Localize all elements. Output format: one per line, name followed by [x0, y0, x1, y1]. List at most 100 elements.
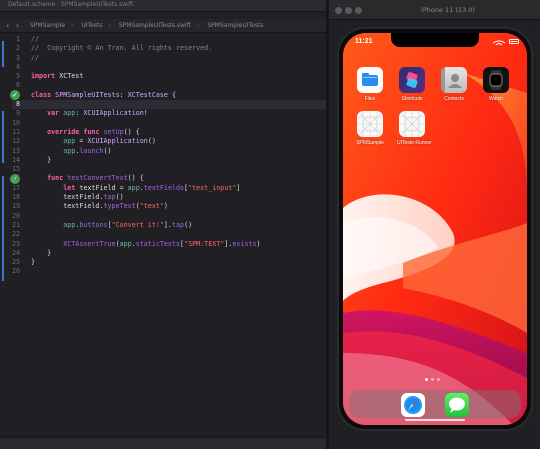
- blank-app-icon: [399, 111, 425, 137]
- code-text: XCTAssertTrue(app.staticTexts["SPM:TEXT"…: [63, 239, 261, 248]
- files-app[interactable]: Files: [355, 67, 385, 102]
- spmsample-app[interactable]: SPMSample: [355, 111, 385, 146]
- line-number: 2: [15, 44, 20, 53]
- close-button[interactable]: [335, 7, 342, 14]
- code-line[interactable]: 20: [12, 212, 329, 221]
- code-line[interactable]: 17 let textField = app.textFields["text_…: [12, 184, 329, 193]
- code-text: // Copyright © An Tran. All rights reser…: [31, 44, 213, 53]
- status-time: 11:21: [355, 38, 373, 45]
- simulator-title-bar: iPhone 11 (13.0): [329, 0, 540, 20]
- home-screen[interactable]: 11:21 Files Shortcuts Contacts Watch SPM…: [343, 33, 527, 425]
- code-line[interactable]: 15: [12, 165, 329, 174]
- home-indicator[interactable]: [405, 419, 465, 421]
- code-line[interactable]: 18 textField.tap(): [12, 193, 329, 202]
- safari-icon[interactable]: [401, 393, 425, 417]
- breadcrumb-symbol[interactable]: SPMSampleUITests: [207, 22, 263, 29]
- line-number: 25: [12, 258, 21, 267]
- breadcrumb-group[interactable]: UITests: [81, 22, 102, 29]
- forward-arrow-icon[interactable]: ›: [16, 21, 19, 30]
- code-text: let textField = app.textFields["text_inp…: [63, 183, 241, 192]
- code-line[interactable]: 2 // Copyright © An Tran. All rights rese…: [12, 44, 329, 53]
- simulator-window: iPhone 11 (13.0) 11:21 Files Shortcuts C…: [329, 0, 540, 449]
- breadcrumb[interactable]: SPMSample › UITests › SPMSampleUITests.swi…: [30, 22, 270, 29]
- line-number: 19: [12, 202, 21, 211]
- code-text: app.launch(): [63, 146, 112, 155]
- zoom-button[interactable]: [355, 7, 362, 14]
- blank-app-icon: [357, 111, 383, 137]
- watch-app[interactable]: Watch: [481, 67, 511, 102]
- code-line[interactable]: 9 var app: XCUIApplication!: [12, 109, 329, 118]
- code-line[interactable]: 25}: [12, 258, 329, 267]
- contacts-app[interactable]: Contacts: [439, 67, 469, 102]
- code-line[interactable]: 5 import XCTest: [12, 72, 329, 81]
- breadcrumb-file[interactable]: SPMSampleUITests.swift: [119, 22, 191, 29]
- code-text: }: [31, 155, 52, 164]
- messages-icon[interactable]: [445, 393, 469, 417]
- wifi-icon: [493, 40, 505, 46]
- xcode-editor-window: Default.scheme · SPMSampleUITests.swift …: [0, 0, 329, 449]
- files-icon: [357, 67, 383, 93]
- shortcuts-icon: [399, 67, 425, 93]
- code-line[interactable]: 1 //: [12, 35, 329, 44]
- app-label: Watch: [489, 96, 503, 102]
- app-label: Files: [364, 96, 376, 102]
- breadcrumb-project[interactable]: SPMSample: [30, 22, 65, 29]
- notch: [391, 33, 479, 47]
- code-line[interactable]: 3 //: [12, 54, 329, 63]
- code-line[interactable]: 26: [12, 267, 329, 276]
- code-line[interactable]: 21 app.buttons["Convert it!"].tap(): [12, 221, 329, 230]
- line-number: 21: [12, 220, 21, 229]
- code-line[interactable]: 23 XCTAssertTrue(app.staticTexts["SPM:TE…: [12, 240, 329, 249]
- app-label: Contacts: [444, 96, 464, 102]
- code-line[interactable]: 22: [12, 230, 329, 239]
- code-text: }: [31, 248, 52, 257]
- watch-icon: [483, 67, 509, 93]
- code-text: //: [31, 53, 40, 62]
- back-arrow-icon[interactable]: ‹: [6, 21, 9, 30]
- line-number: 22: [12, 230, 21, 239]
- page-dot: [431, 378, 434, 381]
- code-line[interactable]: 16 func testConvertText() {: [12, 174, 329, 183]
- page-dot: [437, 378, 440, 381]
- code-line[interactable]: 12 app = XCUIApplication(): [12, 137, 329, 146]
- line-number: 10: [12, 118, 21, 127]
- line-number: 7: [15, 90, 20, 99]
- code-text: import XCTest: [31, 72, 84, 81]
- code-text: textField.typeText("text"): [31, 202, 168, 211]
- code-editor[interactable]: 1 // 2 // Copyright © An Tran. All rights r…: [12, 35, 329, 277]
- code-line[interactable]: 10: [12, 119, 329, 128]
- line-number: 5: [15, 72, 20, 81]
- line-number: 11: [12, 127, 21, 136]
- code-text: func testConvertText() {: [47, 174, 144, 183]
- iphone-frame: 11:21 Files Shortcuts Contacts Watch SPM…: [337, 27, 533, 431]
- code-line[interactable]: 14 }: [12, 156, 329, 165]
- uitests-runner-app[interactable]: UITests-Runner: [397, 111, 432, 146]
- code-line[interactable]: 19 textField.typeText("text"): [12, 202, 329, 211]
- app-label: SPMSample: [356, 140, 384, 146]
- change-bar: [2, 176, 4, 281]
- code-text: }: [31, 258, 36, 267]
- code-line[interactable]: 6: [12, 81, 329, 90]
- line-number: 16: [12, 174, 21, 183]
- code-line[interactable]: 4: [12, 63, 329, 72]
- code-text: override func setUp() {: [47, 127, 140, 136]
- minimize-button[interactable]: [345, 7, 352, 14]
- line-number: 20: [12, 211, 21, 220]
- code-line[interactable]: 11 override func setUp() {: [12, 128, 329, 137]
- shortcuts-app[interactable]: Shortcuts: [397, 67, 427, 102]
- dock: [349, 390, 521, 418]
- code-line[interactable]: 8: [12, 100, 329, 110]
- code-text: app = XCUIApplication(): [63, 137, 156, 146]
- line-number: 23: [12, 239, 21, 248]
- code-line[interactable]: 7 class SPMSampleUITests: XCTestCase {: [12, 91, 329, 100]
- line-number: 24: [12, 248, 21, 257]
- chevron-right-icon: ›: [71, 22, 74, 29]
- app-label: Shortcuts: [401, 96, 423, 102]
- line-number: 17: [12, 183, 21, 192]
- line-number: 15: [12, 165, 21, 174]
- change-bar: [2, 41, 4, 67]
- code-text: textField.tap(): [31, 193, 124, 202]
- code-line[interactable]: 24 }: [12, 249, 329, 258]
- code-line[interactable]: 13 app.launch(): [12, 147, 329, 156]
- window-title: Default.scheme · SPMSampleUITests.swift: [8, 1, 134, 8]
